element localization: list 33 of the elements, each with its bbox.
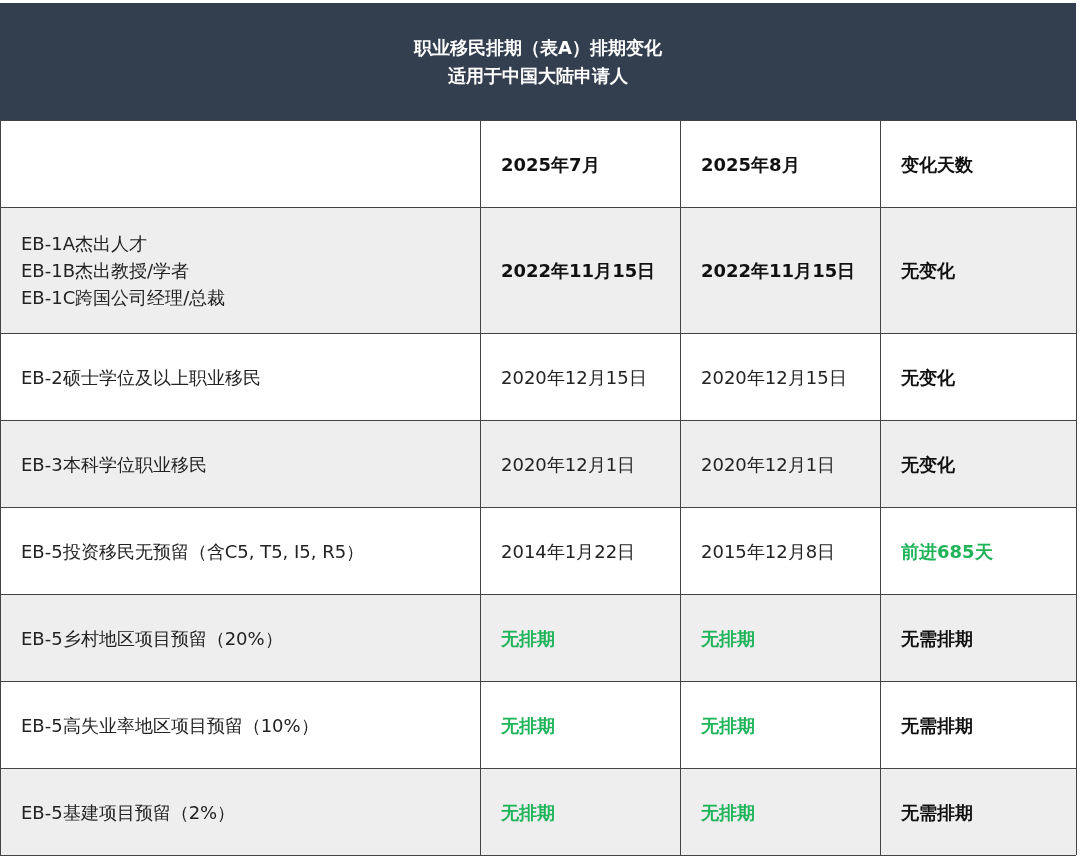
cell-value: 无变化: [901, 365, 956, 390]
cell-value: 前进685天: [901, 539, 994, 564]
cell-value: EB-5投资移民无预留（含C5, T5, I5, R5）: [21, 539, 366, 564]
cell-value: 无需排期: [901, 626, 974, 651]
cell-value: 无变化: [901, 259, 956, 283]
cell-value: 2015年12月8日: [701, 539, 837, 564]
cell-value: 2014年1月22日: [501, 539, 637, 564]
cell-value: EB-5乡村地区项目预留（20%）: [21, 626, 284, 651]
column-header: 变化天数: [881, 120, 1077, 207]
column-header: 2025年8月: [681, 120, 881, 207]
cell-value: 2022年11月15日: [701, 259, 857, 283]
cell-value: 2020年12月15日: [501, 365, 648, 390]
cell-value: 2020年12月1日: [701, 452, 837, 477]
cell-value: 无排期: [701, 626, 756, 651]
cell-value: 无排期: [501, 800, 556, 825]
cell-value: EB-3本科学位职业移民: [21, 452, 208, 477]
cell-value: 无需排期: [901, 713, 974, 738]
cell-value: 无排期: [701, 713, 756, 738]
cell-value: 无排期: [501, 626, 556, 651]
table-title: 适用于中国大陆申请人: [448, 63, 628, 88]
cell-value: 2020年12月1日: [501, 452, 637, 477]
cell-value: EB-5基建项目预留（2%）: [21, 800, 237, 825]
cell-value: 2020年12月15日: [701, 365, 848, 390]
cell-value: 无变化: [901, 452, 956, 477]
cell-value: EB-5高失业率地区项目预留（10%）: [21, 713, 320, 738]
table-title: 职业移民排期（表A）排期变化: [414, 35, 662, 60]
cell-value: EB-2硕士学位及以上职业移民: [21, 365, 262, 390]
cell-value: 无排期: [701, 800, 756, 825]
column-header: 2025年7月: [481, 120, 681, 207]
cell-value: 无需排期: [901, 800, 974, 825]
cell-value: EB-1A杰出人才 EB-1B杰出教授/学者 EB-1C跨国公司经理/总裁: [21, 232, 227, 310]
cell-value: 无排期: [501, 713, 556, 738]
cell-value: 2022年11月15日: [501, 259, 657, 283]
